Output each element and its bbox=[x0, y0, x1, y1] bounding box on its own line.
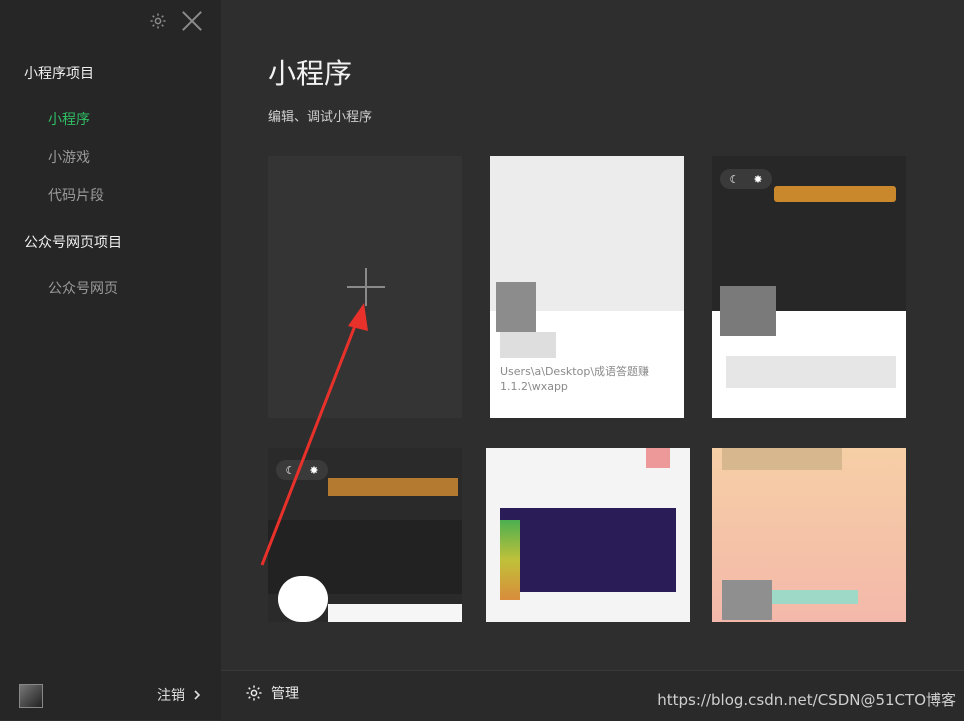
sidebar-footer: 注销 bbox=[0, 672, 221, 720]
manage-gear-icon bbox=[246, 685, 262, 701]
project-card[interactable]: ☾ ✸ bbox=[712, 156, 906, 418]
sidebar-item-code-snippet[interactable]: 代码片段 bbox=[48, 185, 104, 205]
section-mini-program: 小程序项目 bbox=[24, 66, 94, 82]
corner-pixel bbox=[646, 448, 670, 468]
project-card[interactable]: ☾ ✸ bbox=[268, 448, 462, 622]
tip-badge bbox=[328, 478, 458, 496]
project-card[interactable] bbox=[712, 448, 906, 622]
bottom-bar: 管理 https://blog.csdn.net/CSDN@51CTO博客 bbox=[221, 670, 964, 721]
manage-button[interactable]: 管理 bbox=[245, 683, 299, 703]
page-title: 小程序 bbox=[268, 57, 353, 90]
project-avatar-pixelated bbox=[720, 286, 776, 336]
project-avatar-pixelated bbox=[722, 580, 772, 620]
logo-badge bbox=[278, 576, 328, 622]
manage-label: 管理 bbox=[271, 686, 299, 702]
sidebar-item-mini-game[interactable]: 小游戏 bbox=[48, 147, 90, 167]
sidebar-item-mini-program[interactable]: 小程序 bbox=[48, 109, 90, 129]
sidebar: 小程序项目 小程序 小游戏 代码片段 公众号网页项目 公众号网页 注销 bbox=[0, 0, 221, 720]
gear-icon[interactable] bbox=[149, 12, 167, 30]
section-public-account: 公众号网页项目 bbox=[24, 235, 122, 251]
logout-label: 注销 bbox=[157, 688, 185, 704]
chevron-right-icon bbox=[194, 690, 201, 700]
footer-pixelated bbox=[772, 590, 858, 604]
header-pixelated bbox=[722, 448, 842, 470]
avatar[interactable] bbox=[19, 684, 43, 708]
watermark: https://blog.csdn.net/CSDN@51CTO博客 bbox=[657, 691, 956, 709]
sidebar-top-icons bbox=[149, 10, 203, 32]
project-card[interactable]: Users\a\Desktop\成语答题赚 1.1.2\wxapp bbox=[490, 156, 684, 418]
color-strip bbox=[500, 520, 520, 600]
new-project-card[interactable] bbox=[268, 156, 462, 418]
page-subtitle: 编辑、调试小程序 bbox=[268, 110, 373, 125]
project-name-pixelated bbox=[726, 356, 896, 388]
tip-badge bbox=[774, 186, 896, 202]
project-card[interactable] bbox=[486, 448, 690, 622]
project-name-pixelated bbox=[500, 332, 556, 358]
project-avatar-pixelated bbox=[496, 282, 536, 332]
theme-toggle: ☾ ✸ bbox=[720, 169, 772, 189]
project-path: Users\a\Desktop\成语答题赚 1.1.2\wxapp bbox=[500, 365, 650, 393]
project-name-pixelated bbox=[328, 604, 462, 622]
project-thumbnail bbox=[500, 508, 676, 592]
theme-toggle: ☾ ✸ bbox=[276, 460, 328, 480]
close-icon[interactable] bbox=[181, 10, 203, 32]
sidebar-item-public-page[interactable]: 公众号网页 bbox=[48, 278, 118, 298]
logout-button[interactable]: 注销 bbox=[157, 685, 201, 705]
